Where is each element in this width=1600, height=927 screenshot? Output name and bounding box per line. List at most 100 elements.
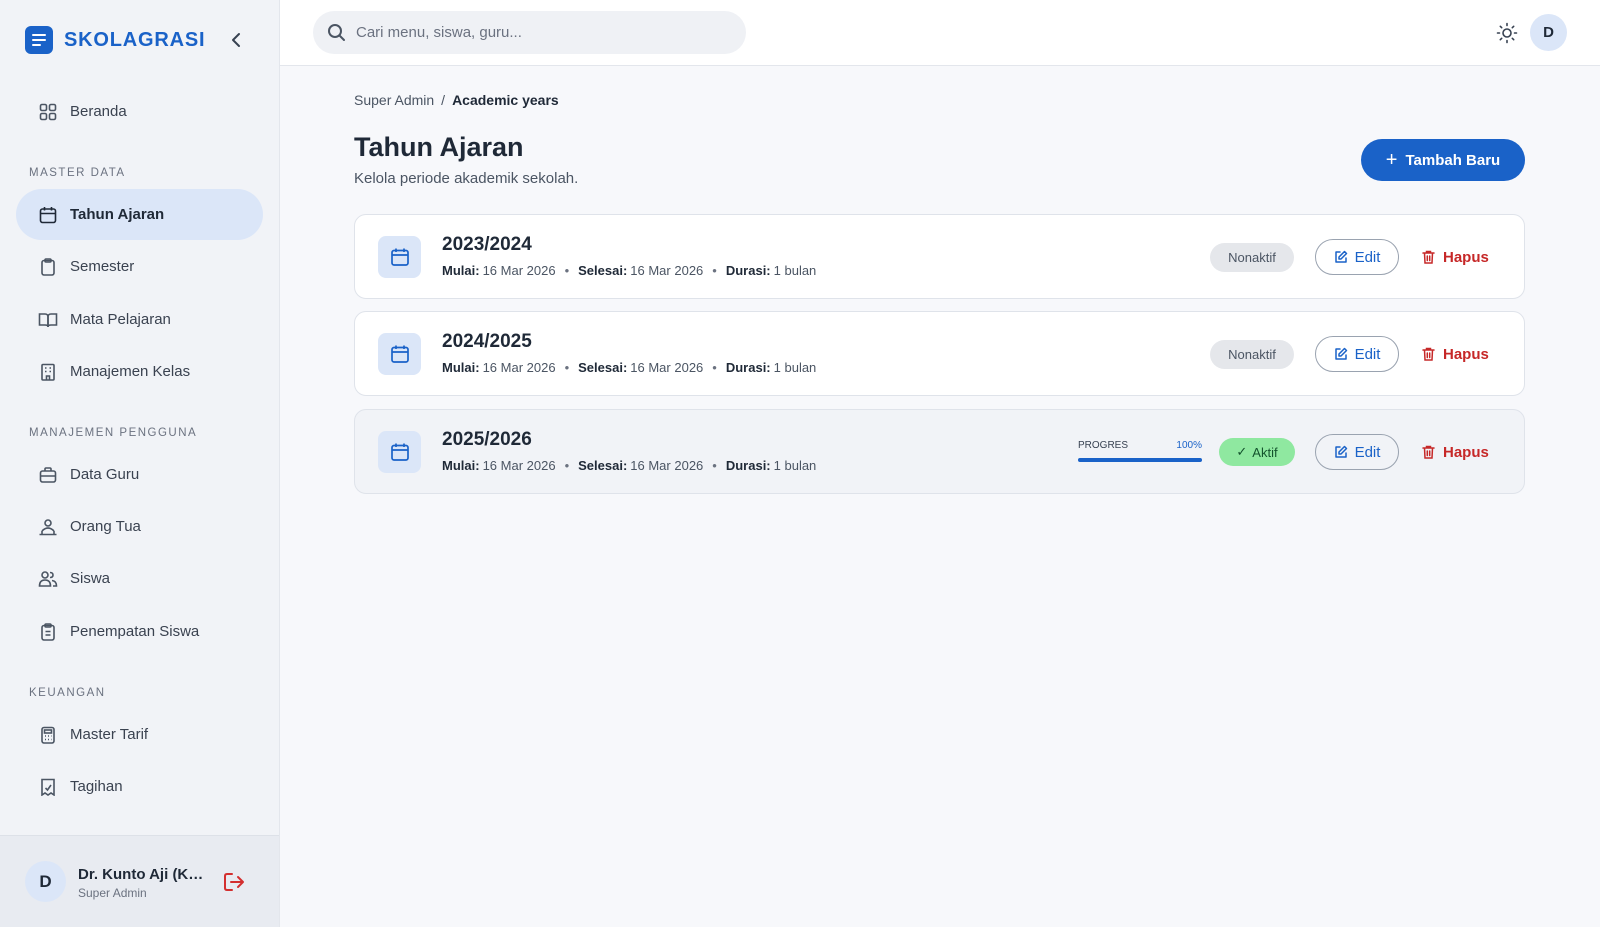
book-icon <box>38 310 58 330</box>
sidebar-item-label: Tagihan <box>70 778 123 795</box>
breadcrumb-current: Academic years <box>452 92 559 108</box>
progress-indicator: PROGRES 100% <box>1078 440 1202 462</box>
user-name: Dr. Kunto Aji (Ke... <box>78 866 206 883</box>
sidebar-item-penempatan-siswa[interactable]: Penempatan Siswa <box>16 606 263 657</box>
theme-toggle-button[interactable] <box>1494 20 1520 46</box>
chevron-left-icon <box>232 33 240 47</box>
avatar[interactable]: D <box>25 861 66 902</box>
duration-value: 1 bulan <box>773 360 817 375</box>
start-date: 16 Mar 2026 <box>482 360 556 375</box>
sidebar-item-data-guru[interactable]: Data Guru <box>16 449 263 500</box>
edit-label: Edit <box>1354 248 1381 266</box>
status-badge: Nonaktif <box>1210 243 1294 272</box>
sidebar-item-tagihan[interactable]: Tagihan <box>16 761 263 812</box>
trash-icon <box>1422 445 1435 459</box>
search-bar[interactable] <box>313 11 746 54</box>
section-title-master-data: MASTER DATA <box>29 167 126 179</box>
delete-button[interactable]: Hapus <box>1422 440 1489 464</box>
user-panel: D Dr. Kunto Aji (Ke... Super Admin <box>0 835 279 927</box>
sidebar-item-manajemen-kelas[interactable]: Manajemen Kelas <box>16 346 263 397</box>
sidebar-item-beranda[interactable]: Beranda <box>16 86 263 137</box>
header-avatar[interactable]: D <box>1530 14 1567 51</box>
delete-label: Hapus <box>1443 443 1489 461</box>
edit-label: Edit <box>1354 345 1381 363</box>
duration-label: Durasi: <box>725 263 771 278</box>
sidebar-item-orang-tua[interactable]: Orang Tua <box>16 501 263 552</box>
academic-year-card: 2024/2025 Mulai: 16 Mar 2026 • Selesai: 16… <box>354 311 1525 396</box>
sidebar-item-siswa[interactable]: Siswa <box>16 553 263 604</box>
sidebar-item-semester[interactable]: Semester <box>16 241 263 292</box>
receipt-icon <box>38 777 58 797</box>
logout-button[interactable] <box>221 869 247 895</box>
brand[interactable]: SKOLAGRASI <box>25 25 205 55</box>
check-icon: ✓ <box>1236 444 1248 459</box>
sidebar-item-master-tarif[interactable]: Master Tarif <box>16 709 263 760</box>
year-label: 2025/2026 <box>442 429 532 450</box>
calendar-icon <box>378 333 421 375</box>
clipboard-list-icon <box>38 622 58 642</box>
start-date: 16 Mar 2026 <box>482 458 556 473</box>
search-input[interactable] <box>356 24 716 41</box>
plus-icon: + <box>1385 149 1398 171</box>
calendar-icon <box>378 431 421 473</box>
page-subtitle: Kelola periode akademik sekolah. <box>354 170 579 187</box>
duration-value: 1 bulan <box>773 458 817 473</box>
sidebar-item-mata-pelajaran[interactable]: Mata Pelajaran <box>16 294 263 345</box>
top-bar: D <box>280 0 1600 66</box>
end-label: Selesai: <box>578 458 628 473</box>
sidebar-item-label: Tahun Ajaran <box>70 206 165 223</box>
progress-label: PROGRES <box>1078 440 1129 451</box>
calendar-icon <box>38 205 58 225</box>
duration-label: Durasi: <box>725 360 771 375</box>
sidebar-item-label: Penempatan Siswa <box>70 623 200 640</box>
section-title-manajemen-pengguna: MANAJEMEN PENGGUNA <box>29 427 198 439</box>
collapse-sidebar-button[interactable] <box>224 28 248 52</box>
sidebar-item-label: Siswa <box>70 570 111 587</box>
page-title: Tahun Ajaran <box>354 132 524 162</box>
delete-button[interactable]: Hapus <box>1422 342 1489 366</box>
end-date: 16 Mar 2026 <box>630 263 704 278</box>
edit-icon <box>1334 250 1347 263</box>
progress-bar-fill <box>1078 458 1202 462</box>
sidebar-item-label: Master Tarif <box>70 726 149 743</box>
separator-dot: • <box>712 360 717 375</box>
grid-icon <box>38 102 58 122</box>
start-label: Mulai: <box>442 263 480 278</box>
breadcrumb: Super Admin / Academic years <box>354 92 559 108</box>
duration-label: Durasi: <box>725 458 771 473</box>
sidebar-item-label: Orang Tua <box>70 518 141 535</box>
sidebar: SKOLAGRASI Beranda MASTER DATA Tahun Aja… <box>0 0 280 927</box>
start-label: Mulai: <box>442 360 480 375</box>
edit-button[interactable]: Edit <box>1315 434 1399 470</box>
logout-icon <box>224 873 244 891</box>
academic-year-card: 2023/2024 Mulai: 16 Mar 2026 • Selesai: 16… <box>354 214 1525 299</box>
edit-button[interactable]: Edit <box>1315 336 1399 372</box>
add-new-button[interactable]: + Tambah Baru <box>1361 139 1525 181</box>
breadcrumb-root[interactable]: Super Admin <box>354 92 434 108</box>
sidebar-item-label: Manajemen Kelas <box>70 363 191 380</box>
status-badge: Nonaktif <box>1210 340 1294 369</box>
separator-dot: • <box>564 360 570 375</box>
academic-year-card-active: 2025/2026 Mulai: 16 Mar 2026 • Selesai: 16… <box>354 409 1525 494</box>
delete-button[interactable]: Hapus <box>1422 245 1489 269</box>
trash-icon <box>1422 250 1435 264</box>
edit-label: Edit <box>1354 443 1381 461</box>
sidebar-item-label: Semester <box>70 258 135 275</box>
delete-label: Hapus <box>1443 345 1489 363</box>
users-icon <box>38 569 58 589</box>
sidebar-item-label: Mata Pelajaran <box>70 311 171 328</box>
duration-value: 1 bulan <box>773 263 817 278</box>
delete-label: Hapus <box>1443 248 1489 266</box>
sidebar-item-label: Data Guru <box>70 466 140 483</box>
calculator-icon <box>38 725 58 745</box>
separator-dot: • <box>564 458 570 473</box>
status-label: Aktif <box>1252 444 1278 460</box>
progress-value: 100% <box>1176 440 1202 451</box>
year-meta: Mulai: 16 Mar 2026 • Selesai: 16 Mar 2026 … <box>442 360 816 375</box>
year-meta: Mulai: 16 Mar 2026 • Selesai: 16 Mar 2026 … <box>442 263 816 278</box>
status-badge: ✓ Aktif <box>1219 438 1295 466</box>
sidebar-item-tahun-ajaran[interactable]: Tahun Ajaran <box>16 189 263 240</box>
calendar-icon <box>378 236 421 278</box>
building-icon <box>38 362 58 382</box>
edit-button[interactable]: Edit <box>1315 239 1399 275</box>
